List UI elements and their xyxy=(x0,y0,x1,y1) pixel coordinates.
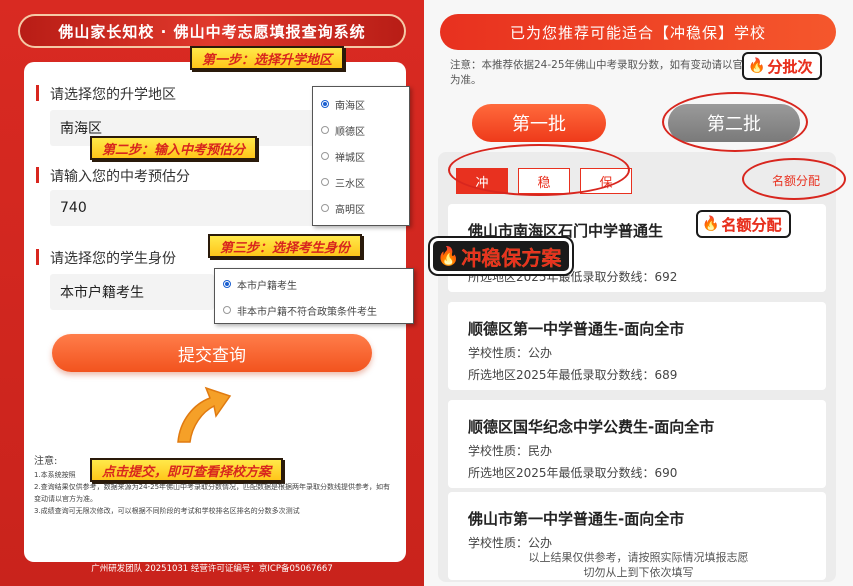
radio-icon xyxy=(321,204,329,212)
region-option[interactable]: 南海区 xyxy=(313,91,409,117)
notes-section: 注意: 1.本系统按照 2.查询结果仅供参考，数据来源为24-25年佛山中考录取… xyxy=(34,456,396,517)
highlight-circle xyxy=(448,144,630,196)
submit-button[interactable]: 提交查询 xyxy=(52,334,372,372)
school-card[interactable]: 顺德区第一中学普通生-面向全市 学校性质：公办 所选地区2025年最低录取分数线… xyxy=(448,302,826,390)
region-option[interactable]: 禅城区 xyxy=(313,143,409,169)
step1-callout: 第一步：选择升学地区 xyxy=(190,46,345,70)
step3-callout: 第三步：选择考生身份 xyxy=(208,234,363,258)
school-name: 顺德区第一中学普通生-面向全市 xyxy=(468,320,685,338)
recommend-note: 注意：本推荐依据24-25年佛山中考录取分数，如有变动请以官方公布为准。 xyxy=(450,59,775,86)
region-dropdown: 南海区 顺德区 禅城区 三水区 高明区 xyxy=(312,86,410,226)
school-min-score: 所选地区2025年最低录取分数线：690 xyxy=(468,466,678,480)
school-name: 佛山市第一中学普通生-面向全市 xyxy=(468,510,685,528)
fire-icon: 🔥 xyxy=(748,58,766,74)
plan-tag: 🔥 冲稳保方案 xyxy=(430,238,573,274)
identity-select[interactable]: 本市户籍考生 xyxy=(50,274,214,310)
footer-text: 广州研发团队 20251031 经营许可证编号：京ICP备05067667 xyxy=(91,564,333,574)
region-label: 请选择您的升学地区 xyxy=(36,84,176,104)
highlight-circle xyxy=(662,92,808,152)
school-type: 学校性质：民办 xyxy=(468,444,553,458)
radio-icon xyxy=(321,126,329,134)
school-name: 顺德区国华纪念中学公费生-面向全市 xyxy=(468,418,715,436)
notes-title: 注意: xyxy=(34,456,58,467)
batch-tag: 🔥 分批次 xyxy=(742,52,823,80)
note-item: 3.成绩查询可无限次修改，可以根据不同阶段的考试和学校排名区排名的分数多次测试 xyxy=(34,507,300,515)
quota-tag: 🔥 名额分配 xyxy=(696,210,792,238)
region-option[interactable]: 顺德区 xyxy=(313,117,409,143)
step2-callout: 第二步：输入中考预估分 xyxy=(90,136,258,160)
score-input[interactable]: 740 xyxy=(50,190,350,226)
score-label: 请输入您的中考预估分 xyxy=(36,166,190,186)
radio-icon xyxy=(321,178,329,186)
radio-icon xyxy=(223,306,231,314)
curved-arrow-icon xyxy=(177,386,232,443)
school-type: 学校性质：公办 xyxy=(468,346,553,360)
radio-selected-icon xyxy=(223,280,231,288)
note-item: 2.查询结果仅供参考，数据来源为24-25年佛山中考录取分数情况，匹配数据是根据… xyxy=(34,483,391,503)
note-item: 1.本系统按照 xyxy=(34,471,76,479)
radio-selected-icon xyxy=(321,100,329,108)
identity-option[interactable]: 本市户籍考生 xyxy=(215,271,413,297)
batch1-tab[interactable]: 第一批 xyxy=(472,104,606,142)
identity-option[interactable]: 非本市户籍不符合政策条件考生 xyxy=(215,297,413,323)
radio-icon xyxy=(321,152,329,160)
identity-dropdown: 本市户籍考生 非本市户籍不符合政策条件考生 xyxy=(214,268,414,324)
school-card[interactable]: 顺德区国华纪念中学公费生-面向全市 学校性质：民办 所选地区2025年最低录取分… xyxy=(448,400,826,488)
bottom-note: 以上结果仅供参考，请按照实际情况填报志愿 切勿从上到下依次填写 xyxy=(528,551,749,579)
results-panel: 已为您推荐可能适合【冲稳保】学校 注意：本推荐依据24-25年佛山中考录取分数，… xyxy=(424,0,853,586)
system-title: 佛山家长知校 · 佛山中考志愿填报查询系统 xyxy=(18,14,406,48)
query-panel: 佛山家长知校 · 佛山中考志愿填报查询系统 第一步：选择升学地区 请选择您的升学… xyxy=(0,0,424,586)
fire-icon: 🔥 xyxy=(702,216,720,232)
region-option[interactable]: 高明区 xyxy=(313,195,409,221)
recommend-banner: 已为您推荐可能适合【冲稳保】学校 xyxy=(440,14,836,50)
school-min-score: 所选地区2025年最低录取分数线：689 xyxy=(468,368,678,382)
highlight-circle xyxy=(742,158,846,200)
fire-icon: 🔥 xyxy=(437,245,460,267)
identity-label: 请选择您的学生身份 xyxy=(36,248,176,268)
school-type: 学校性质：公办 xyxy=(468,536,553,550)
region-option[interactable]: 三水区 xyxy=(313,169,409,195)
